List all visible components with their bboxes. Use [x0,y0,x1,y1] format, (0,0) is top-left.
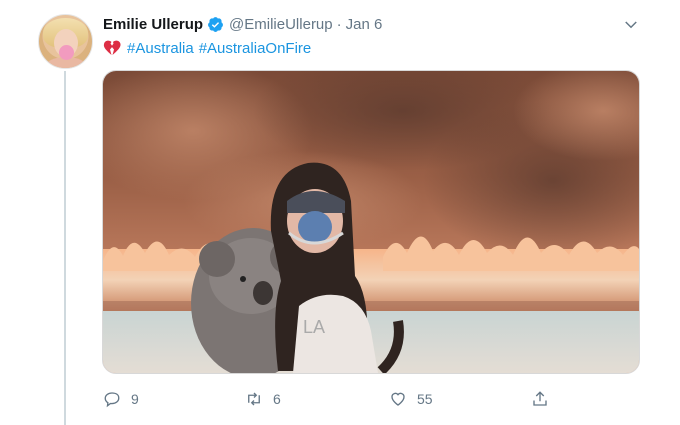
author-handle[interactable]: @EmilieUllerup [229,16,333,33]
separator-dot: · [336,15,342,33]
chevron-down-icon[interactable] [622,16,640,34]
share-button[interactable] [531,388,559,410]
verified-badge-icon [208,16,223,32]
photo-image: LA [103,71,639,373]
like-count: 55 [417,391,433,407]
shirt-text: LA [303,317,325,337]
thread-line [64,71,66,425]
tweet-actions: 9 6 55 [103,388,563,410]
retweet-button[interactable]: 6 [245,388,281,410]
tweet-photo[interactable]: LA [102,70,640,374]
like-button[interactable]: 55 [389,388,433,410]
reply-icon [104,392,120,408]
tweet-date[interactable]: Jan 6 [346,16,383,33]
tweet-header: Emilie Ullerup @EmilieUllerup · Jan 6 [103,13,382,35]
tweet[interactable]: Emilie Ullerup @EmilieUllerup · Jan 6 #A… [0,0,680,425]
heart-icon [391,392,405,406]
reply-button[interactable]: 9 [103,388,139,410]
hashtag-australia[interactable]: #Australia [127,40,194,57]
retweet-count: 6 [273,391,281,407]
broken-heart-icon [103,40,121,55]
avatar[interactable] [38,14,93,69]
share-icon [533,391,547,406]
avatar-bubblegum [59,45,74,60]
retweet-icon [248,392,260,406]
hashtag-australiaonfire[interactable]: #AustraliaOnFire [199,40,312,57]
reply-count: 9 [131,391,139,407]
author-name[interactable]: Emilie Ullerup [103,16,203,33]
tweet-text: #Australia #AustraliaOnFire [103,37,316,59]
